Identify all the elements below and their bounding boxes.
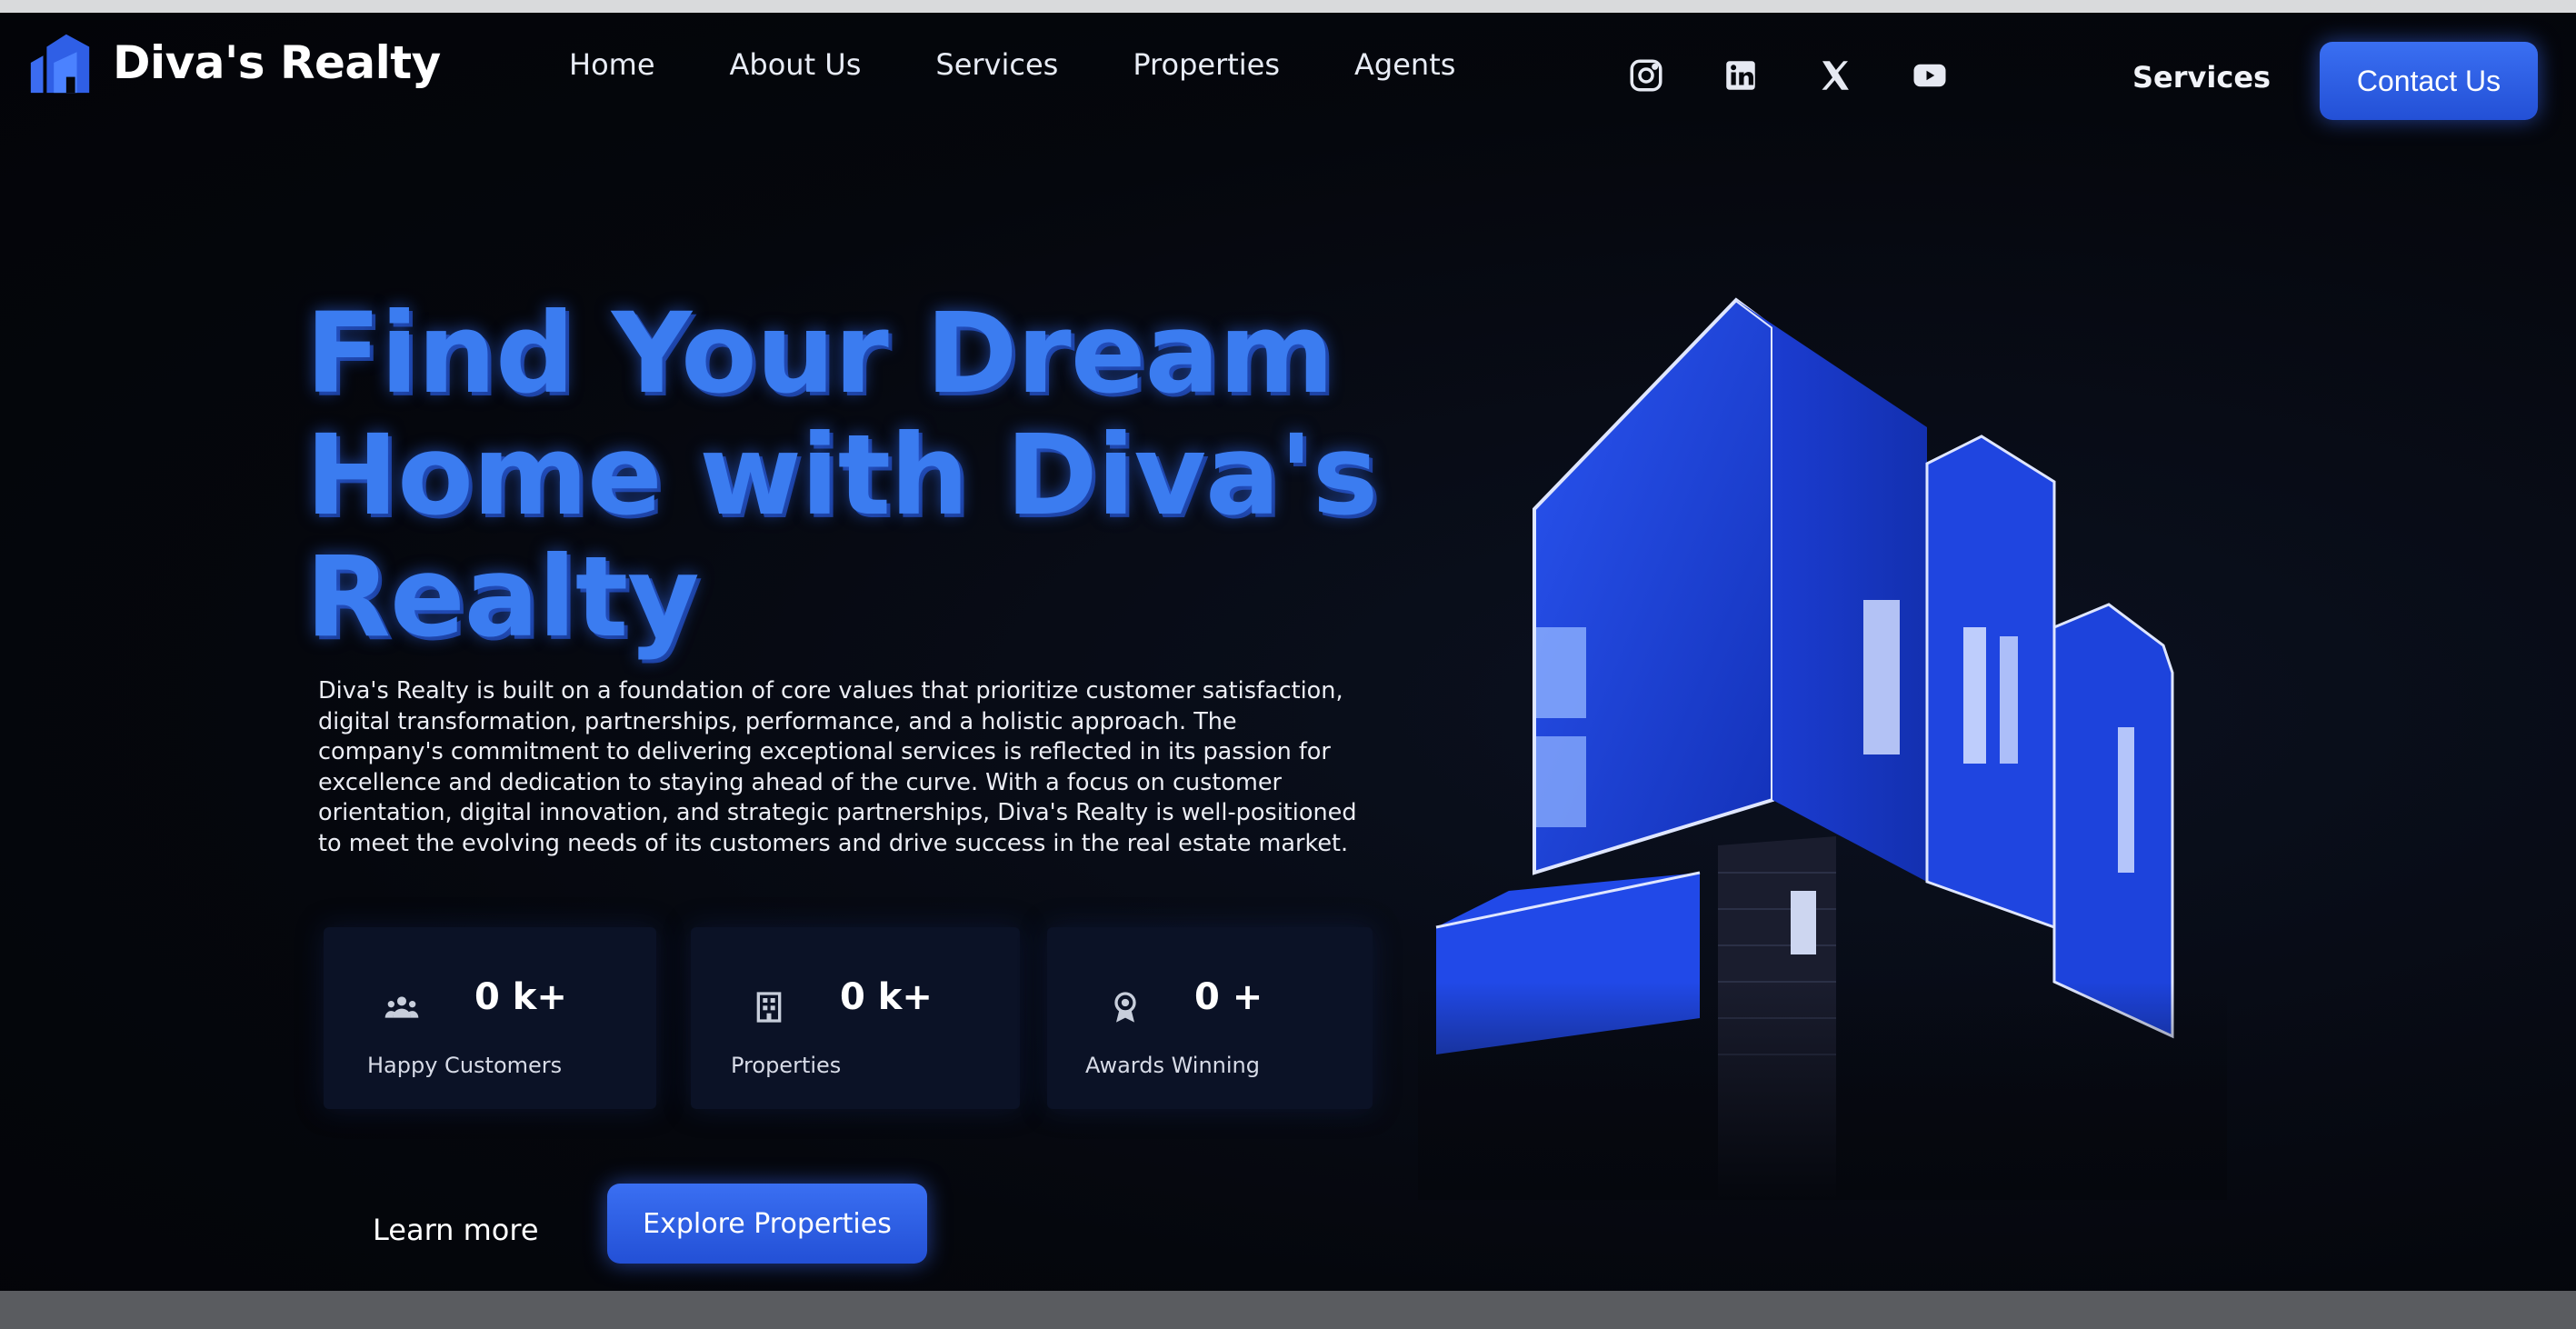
stat-value: 0 k+ xyxy=(474,976,567,1018)
brand-logo[interactable]: Diva's Realty xyxy=(25,27,441,98)
hero-description: Diva's Realty is built on a foundation o… xyxy=(318,677,1357,857)
learn-more-link[interactable]: Learn more xyxy=(373,1213,539,1247)
hero-title-line: Home with Diva's xyxy=(305,411,1378,540)
social-links xyxy=(1627,56,1949,95)
nav-agents[interactable]: Agents xyxy=(1354,47,1455,82)
stat-card-customers: 0 k+ Happy Customers xyxy=(324,927,656,1109)
stat-card-properties: 0 k+ Properties xyxy=(691,927,1020,1109)
contact-us-button[interactable]: Contact Us xyxy=(2320,42,2538,120)
page: Diva's Realty Home About Us Services Pro… xyxy=(0,0,2576,1291)
youtube-icon[interactable] xyxy=(1911,56,1949,95)
stat-card-awards: 0 + Awards Winning xyxy=(1047,927,1373,1109)
house-logo-icon xyxy=(30,34,90,94)
hero-title-line: Find Your Dream xyxy=(305,289,1334,418)
nav-services[interactable]: Services xyxy=(935,47,1058,82)
brand-name: Diva's Realty xyxy=(113,36,441,89)
award-icon xyxy=(1114,992,1136,1023)
nav-home[interactable]: Home xyxy=(569,47,655,82)
nav-properties[interactable]: Properties xyxy=(1133,47,1280,82)
linkedin-icon[interactable] xyxy=(1722,56,1760,95)
stat-value: 0 + xyxy=(1194,976,1263,1018)
hero-building-image xyxy=(1418,297,2227,1200)
stat-label: Awards Winning xyxy=(1085,1053,1260,1078)
explore-properties-button[interactable]: Explore Properties xyxy=(607,1184,927,1264)
screen-bottom-bezel xyxy=(0,1291,2576,1329)
browser-top-edge xyxy=(0,0,2576,13)
nav-about-us[interactable]: About Us xyxy=(730,47,862,82)
instagram-icon[interactable] xyxy=(1627,56,1665,95)
hero-title-line: Realty xyxy=(305,533,700,662)
people-icon xyxy=(384,996,419,1018)
stat-label: Happy Customers xyxy=(367,1053,563,1078)
building-icon xyxy=(756,992,782,1023)
stat-value: 0 k+ xyxy=(840,976,933,1018)
stat-label: Properties xyxy=(731,1053,842,1078)
hero-title: Find Your Dream Home with Diva's Realty xyxy=(305,289,1378,662)
header-services-link[interactable]: Services xyxy=(2132,60,2271,95)
main-nav: Home About Us Services Properties Agents xyxy=(569,47,1530,82)
x-icon[interactable] xyxy=(1816,56,1854,95)
